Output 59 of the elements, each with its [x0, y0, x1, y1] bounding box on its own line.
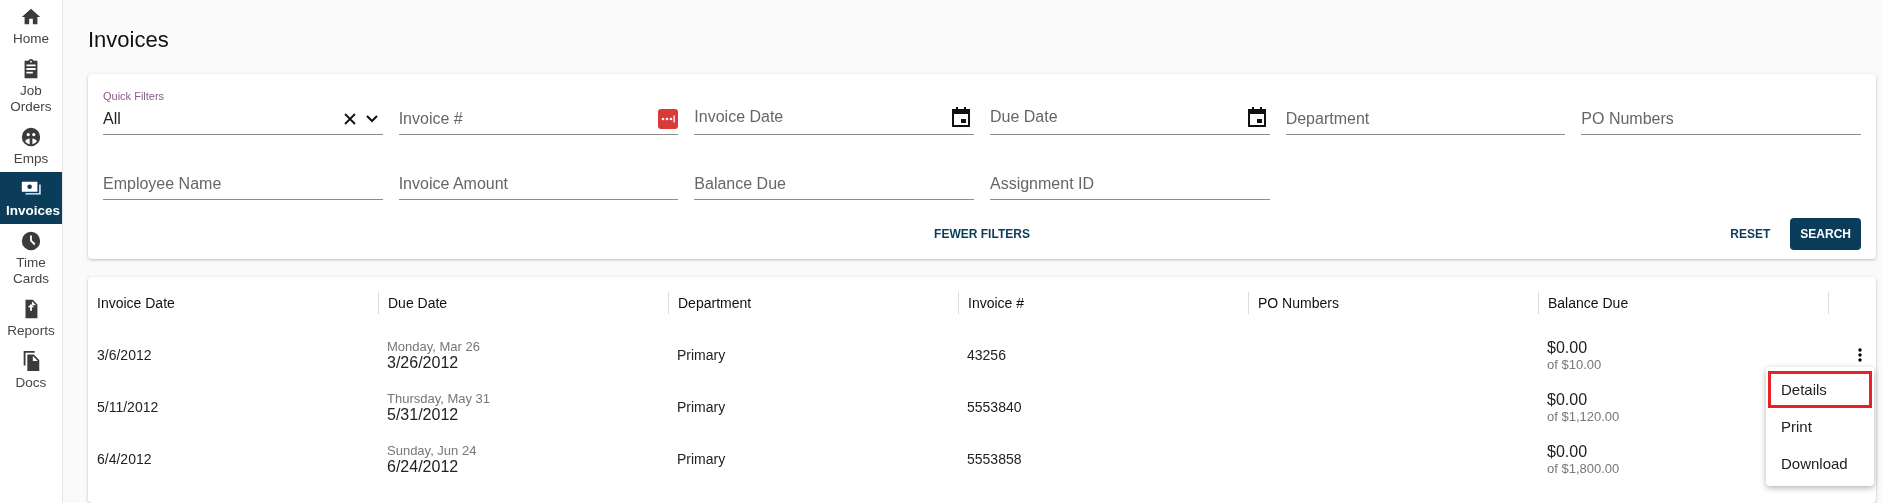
input-field[interactable]: Assignment ID [990, 169, 1264, 199]
due-weekday: Thursday, May 31 [387, 390, 491, 406]
balance-amount: $0.00 [1547, 390, 1588, 409]
column-header: PO Numbers [1248, 292, 1538, 314]
balance-amount: $0.00 [1547, 442, 1588, 461]
sidebar-item[interactable]: Job Orders [0, 52, 62, 120]
search-button[interactable]: SEARCH [1790, 218, 1861, 250]
table-cell-text: Primary [676, 451, 727, 467]
menu-item[interactable]: Print [1768, 408, 1872, 445]
calendar-icon[interactable] [1247, 107, 1266, 127]
table-cell-text: 5/11/2012 [96, 399, 160, 415]
sidebar-item[interactable]: Docs [0, 344, 62, 396]
input-field[interactable]: Department [1285, 104, 1560, 134]
due-date: 6/24/2012 [387, 457, 459, 476]
due-weekday: Monday, Mar 26 [387, 338, 480, 354]
chevron-down-icon[interactable] [364, 114, 379, 124]
people-icon [20, 126, 42, 148]
page-title: Invoices [88, 27, 170, 53]
input-field[interactable]: Employee Name [103, 169, 377, 199]
sidebar-item[interactable]: Time Cards [0, 224, 62, 292]
table-cell-text: 5553858 [966, 451, 1023, 467]
due-date: 5/31/2012 [387, 405, 459, 424]
due-date: 3/26/2012 [387, 353, 459, 372]
input-field[interactable]: Invoice Amount [398, 169, 673, 199]
reset-button[interactable]: RESET [1722, 219, 1779, 249]
select-field[interactable]: All [103, 104, 337, 134]
input-field[interactable]: Invoice Date [694, 100, 946, 134]
clear-icon[interactable] [342, 112, 357, 126]
input-field[interactable]: Balance Due [694, 169, 968, 199]
column-header: Invoice Date [96, 294, 176, 313]
balance-total: of $1,800.00 [1547, 460, 1620, 476]
table-cell-text: 3/6/2012 [96, 347, 153, 363]
clock-icon [20, 230, 42, 252]
sidebar-item[interactable]: Home [0, 0, 62, 52]
sidebar-item[interactable]: Reports [0, 292, 62, 344]
balance-amount: $0.00 [1547, 338, 1588, 357]
fewer-filters-button[interactable]: FEWER FILTERS [926, 219, 1038, 249]
balance-total: of $1,120.00 [1547, 408, 1620, 424]
column-header: Invoice # [958, 292, 1248, 314]
column-header: Balance Due [1538, 292, 1828, 314]
field-label: Quick Filters [103, 90, 166, 102]
password-manager-icon[interactable] [658, 109, 679, 129]
menu-item[interactable]: Download [1768, 445, 1872, 482]
input-field[interactable]: Invoice # [398, 104, 653, 134]
table-cell-text: Primary [676, 347, 727, 363]
table-cell-text: 5553840 [966, 399, 1023, 415]
sidebar-item[interactable]: Emps [0, 120, 62, 172]
balance-total: of $10.00 [1547, 356, 1602, 372]
calendar-icon[interactable] [952, 107, 970, 127]
due-weekday: Sunday, Jun 24 [387, 442, 477, 458]
column-header: Department [668, 292, 958, 314]
table-cell-text: 6/4/2012 [96, 451, 153, 467]
table-cell-text: 43256 [966, 347, 1007, 363]
sidebar-item[interactable]: Invoices [0, 172, 62, 224]
input-field[interactable]: PO Numbers [1581, 104, 1855, 134]
input-field[interactable]: Due Date [990, 100, 1242, 134]
table-cell-text: Primary [676, 399, 727, 415]
menu-item[interactable]: Details [1768, 371, 1872, 408]
column-header: Due Date [378, 292, 668, 314]
